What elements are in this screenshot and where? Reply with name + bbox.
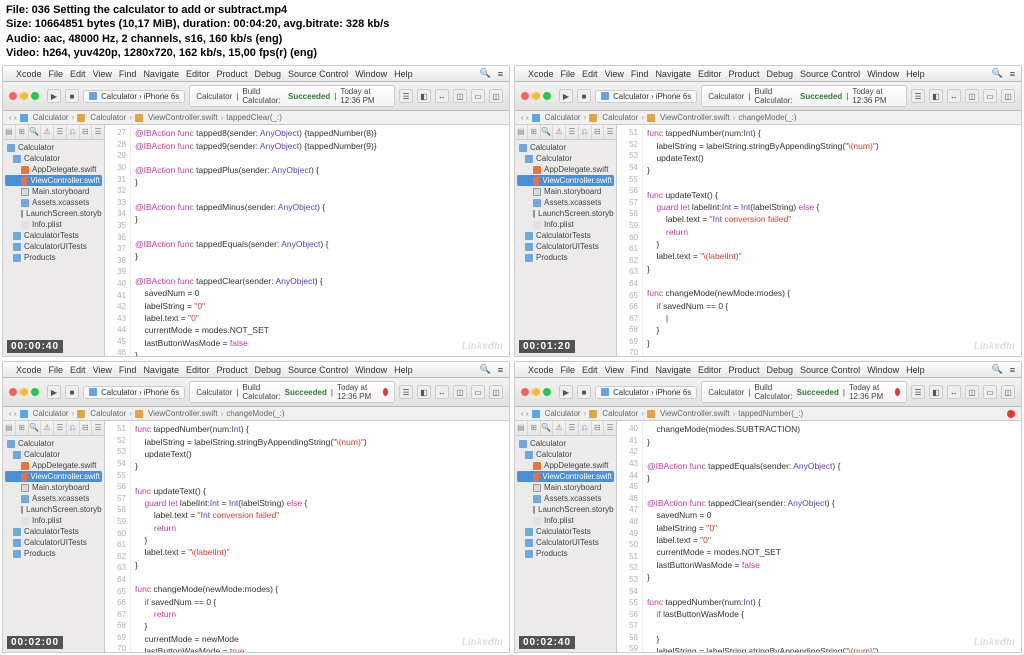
file-viewcontroller[interactable]: ViewController.swift xyxy=(5,175,102,186)
toggle-debug-icon[interactable]: ▭ xyxy=(471,89,485,103)
menu-product[interactable]: Product xyxy=(216,69,247,79)
project-navigator[interactable]: ▤⊞🔍⚠☰⎌⊟☰ Calculator Calculator AppDelega… xyxy=(515,421,617,652)
frame-timestamp: 00:02:40 xyxy=(519,636,575,649)
file-main-storyboard[interactable]: Main.storyboard xyxy=(5,186,102,197)
frame-timestamp: 00:00:40 xyxy=(7,340,63,353)
error-indicator-icon[interactable] xyxy=(895,388,900,396)
editor-assistant-icon[interactable]: ◧ xyxy=(417,89,431,103)
toggle-navigator-icon[interactable]: ◫ xyxy=(453,89,467,103)
jump-bar[interactable]: ‹ ›Calculator›Calculator›ViewController.… xyxy=(515,111,1021,125)
error-indicator-icon[interactable] xyxy=(383,388,388,396)
watermark: LinkedIn xyxy=(462,637,503,648)
menu-debug[interactable]: Debug xyxy=(255,69,282,79)
video-frame-grid: Xcode File Edit View Find Navigate Edito… xyxy=(0,63,1024,655)
file-metadata: File: 036 Setting the calculator to add … xyxy=(0,0,1024,63)
menu-edit[interactable]: Edit xyxy=(70,69,86,79)
run-button[interactable]: ▶ xyxy=(47,89,61,103)
menu-window[interactable]: Window xyxy=(355,69,387,79)
mac-menubar[interactable]: Xcode File Edit View Find Navigate Edito… xyxy=(3,66,509,82)
mac-menubar[interactable]: XcodeFileEditViewFindNavigateEditorProdu… xyxy=(3,362,509,378)
watermark: LinkedIn xyxy=(974,637,1015,648)
frame-a: Xcode File Edit View Find Navigate Edito… xyxy=(2,65,510,357)
menu-find[interactable]: Find xyxy=(119,69,137,79)
search-icon[interactable]: 🔍 xyxy=(992,68,1003,79)
code-editor[interactable]: 51 52 53 54 55 56 57 58 59 60 61 62 63 6… xyxy=(617,125,1021,356)
editor-version-icon[interactable]: ↔ xyxy=(435,89,449,103)
watermark: LinkedIn xyxy=(974,341,1015,352)
xcode-toolbar: ▶■ Calculator›iPhone 6s Calculator|Build… xyxy=(3,378,509,407)
folder-products[interactable]: Products xyxy=(5,252,102,263)
frame-b: XcodeFileEditViewFindNavigateEditorProdu… xyxy=(514,65,1022,357)
frame-c: XcodeFileEditViewFindNavigateEditorProdu… xyxy=(2,361,510,653)
code-editor[interactable]: 51 52 53 54 55 56 57 58 59 60 61 62 63 6… xyxy=(105,421,509,652)
stop-button[interactable]: ■ xyxy=(577,89,591,103)
activity-viewer: Calculator|Build Calculator:Succeeded|To… xyxy=(189,85,395,107)
frame-timestamp: 00:01:20 xyxy=(519,340,575,353)
code-content[interactable]: @IBAction func tapped8(sender: AnyObject… xyxy=(131,125,509,356)
search-icon[interactable]: 🔍 xyxy=(480,68,491,79)
project-navigator[interactable]: ▤⊞🔍⚠☰⎌⊟☰ Calculator Calculator AppDelega… xyxy=(3,421,105,652)
menu-file[interactable]: File xyxy=(49,69,64,79)
mac-menubar[interactable]: XcodeFileEditViewFindNavigateEditorProdu… xyxy=(515,362,1021,378)
code-editor[interactable]: 27 28 29 30 31 32 33 34 35 36 37 38 39 4… xyxy=(105,125,509,356)
file-info-plist[interactable]: Info.plist xyxy=(5,219,102,230)
menu-view[interactable]: View xyxy=(93,69,112,79)
menu-extras-icon[interactable]: ≡ xyxy=(498,69,503,79)
mac-menubar[interactable]: XcodeFileEditViewFindNavigateEditorProdu… xyxy=(515,66,1021,82)
project-navigator[interactable]: ▤⊞🔍⚠☰⎌⊟☰ Calculator Calculator AppDelega… xyxy=(3,125,105,356)
watermark: LinkedIn xyxy=(462,341,503,352)
file-assets[interactable]: Assets.xcassets xyxy=(5,197,102,208)
xcode-toolbar: ▶ ■ Calculator›iPhone 6s Calculator|Buil… xyxy=(3,82,509,111)
code-editor[interactable]: 40 41 42 43 44 45 46 47 48 49 50 51 52 5… xyxy=(617,421,1021,652)
file-launchscreen[interactable]: LaunchScreen.storyboard xyxy=(5,208,102,219)
editor-standard-icon[interactable]: ☰ xyxy=(399,89,413,103)
project-root[interactable]: Calculator xyxy=(5,142,102,153)
folder-uitests[interactable]: CalculatorUITests xyxy=(5,241,102,252)
jump-bar[interactable]: ‹ › Calculator› Calculator› ViewControll… xyxy=(3,111,509,125)
jump-bar[interactable]: ‹ ›Calculator›Calculator›ViewController.… xyxy=(515,407,1021,421)
window-controls[interactable] xyxy=(9,92,39,100)
project-navigator[interactable]: ▤⊞🔍⚠☰⎌⊟☰ Calculator Calculator AppDelega… xyxy=(515,125,617,356)
menu-xcode[interactable]: Xcode xyxy=(16,69,42,79)
folder-calculator[interactable]: Calculator xyxy=(5,153,102,164)
menu-source-control[interactable]: Source Control xyxy=(288,69,348,79)
menu-editor[interactable]: Editor xyxy=(186,69,210,79)
menu-help[interactable]: Help xyxy=(394,69,413,79)
xcode-toolbar: ▶■ Calculator›iPhone 6s Calculator|Build… xyxy=(515,378,1021,407)
frame-d: XcodeFileEditViewFindNavigateEditorProdu… xyxy=(514,361,1022,653)
file-appdelegate[interactable]: AppDelegate.swift xyxy=(5,164,102,175)
run-button[interactable]: ▶ xyxy=(559,89,573,103)
frame-timestamp: 00:02:00 xyxy=(7,636,63,649)
scheme-selector[interactable]: Calculator›iPhone 6s xyxy=(83,90,185,103)
jump-bar[interactable]: ‹ ›Calculator›Calculator›ViewController.… xyxy=(3,407,509,421)
line-gutter: 27 28 29 30 31 32 33 34 35 36 37 38 39 4… xyxy=(105,125,131,356)
stop-button[interactable]: ■ xyxy=(65,89,79,103)
xcode-toolbar: ▶■ Calculator›iPhone 6s Calculator|Build… xyxy=(515,82,1021,111)
menu-navigate[interactable]: Navigate xyxy=(143,69,179,79)
toggle-inspector-icon[interactable]: ◫ xyxy=(489,89,503,103)
error-indicator-icon[interactable] xyxy=(1007,410,1015,418)
folder-tests[interactable]: CalculatorTests xyxy=(5,230,102,241)
